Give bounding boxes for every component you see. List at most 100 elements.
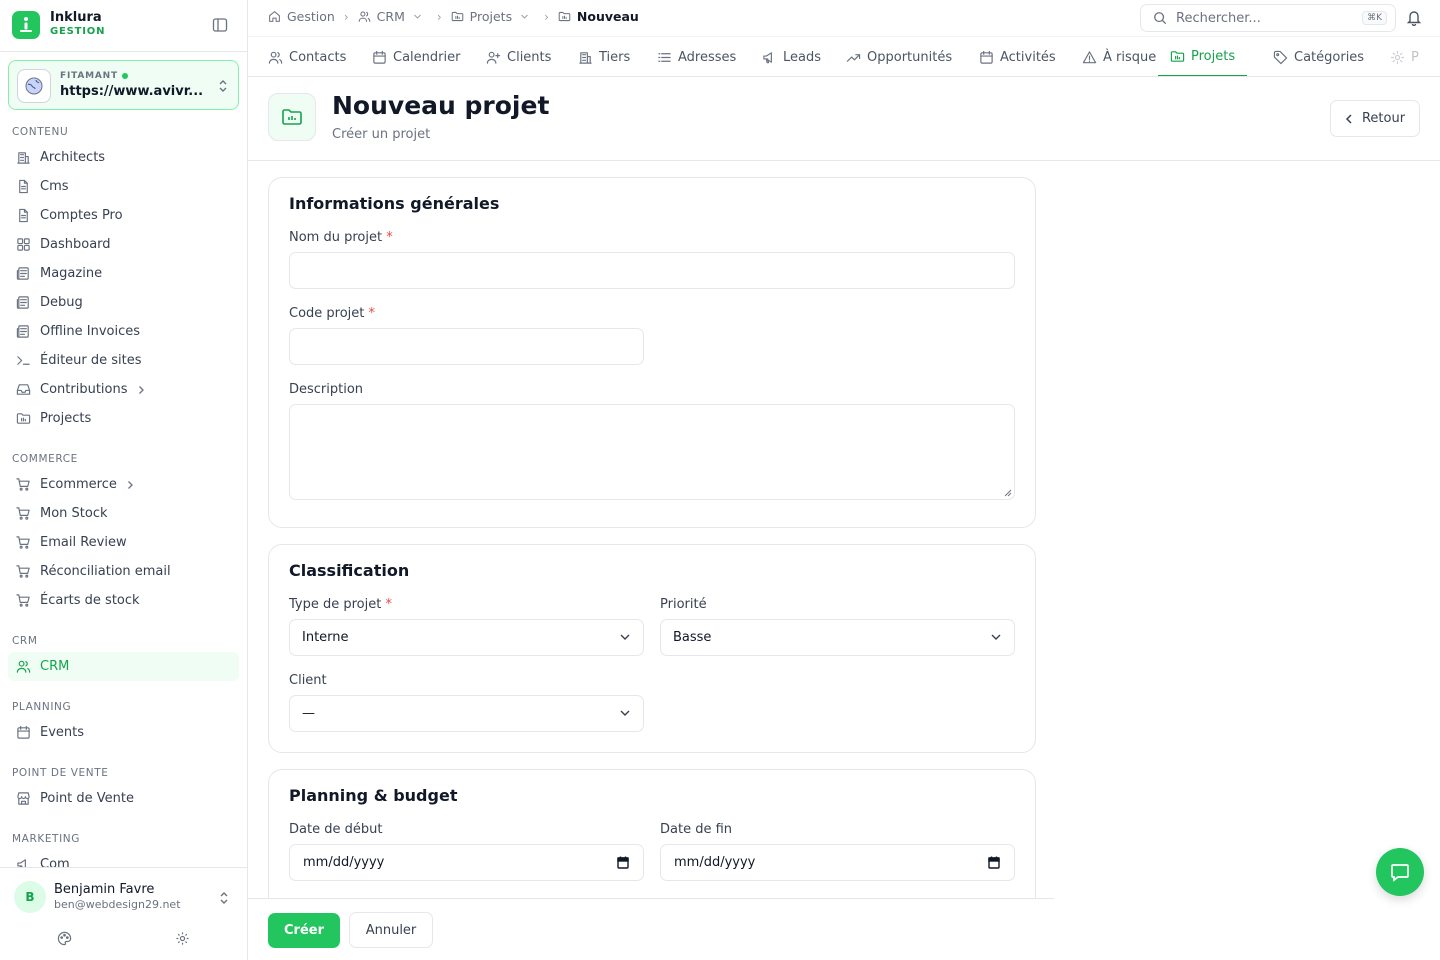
tab-label: Adresses (678, 49, 737, 65)
tab-clients[interactable]: Clients (486, 37, 551, 76)
bell-icon[interactable] (1406, 9, 1422, 30)
tab-à-risque[interactable]: À risque (1082, 37, 1157, 76)
search-box[interactable]: Rechercher... ⌘K (1140, 4, 1396, 32)
brand-subtitle: GESTION (50, 26, 106, 37)
tab-contacts[interactable]: Contacts (268, 37, 347, 76)
chevron-right-icon (138, 385, 144, 394)
tab-opportunités[interactable]: Opportunités (846, 37, 953, 76)
chat-button[interactable] (1376, 848, 1424, 896)
tab-activités[interactable]: Activités (979, 37, 1056, 76)
tab-label: Opportunités (867, 49, 953, 65)
end-date-input[interactable]: mm/dd/yyyy (660, 844, 1015, 881)
required-mark: * (368, 306, 376, 321)
chevron-updown-icon (218, 78, 228, 97)
sidebar-item-architects[interactable]: Architects (8, 143, 239, 172)
users-icon (16, 660, 31, 673)
sidebar-item-écarts-de-stock[interactable]: Écarts de stock (8, 586, 239, 615)
planning-budget-card: Planning & budget Date de début mm/dd/yy… (268, 769, 1036, 898)
sidebar-item-com[interactable]: Com (8, 850, 239, 868)
site-switcher[interactable]: FITAMANT https://www.avivr... (8, 60, 239, 110)
brand-logo-icon (12, 11, 40, 39)
sidebar-section-title: MARKETING (12, 833, 80, 845)
tab-adresses[interactable]: Adresses (657, 37, 737, 76)
client-select[interactable]: — (289, 695, 644, 732)
sidebar-toggle-icon[interactable] (212, 17, 230, 35)
tab-calendrier[interactable]: Calendrier (372, 37, 461, 76)
sidebar-item-mon-stock[interactable]: Mon Stock (8, 499, 239, 528)
site-url: https://www.avivr... (60, 84, 204, 99)
project-code-input[interactable] (289, 328, 644, 365)
resize-handle-icon[interactable] (1004, 489, 1012, 497)
sidebar-item-point-de-vente[interactable]: Point de Vente (8, 784, 239, 813)
calendar-icon[interactable] (988, 856, 1000, 869)
general-info-card: Informations générales Nom du projet * C… (268, 177, 1036, 528)
tab-label: Contacts (289, 49, 347, 65)
sidebar-item-offline-invoices[interactable]: Offline Invoices (8, 317, 239, 346)
chevron-left-icon (1345, 113, 1352, 124)
sidebar-section-title: POINT DE VENTE (12, 767, 109, 779)
sidebar-item-label: Magazine (40, 266, 103, 281)
back-button[interactable]: Retour (1330, 100, 1420, 137)
cart-icon (16, 565, 30, 578)
sidebar-item-dashboard[interactable]: Dashboard (8, 230, 239, 259)
sidebar-item-email-review[interactable]: Email Review (8, 528, 239, 557)
brand[interactable]: Inklura GESTION (12, 11, 105, 39)
tab-p[interactable]: P (1390, 37, 1419, 76)
required-mark: * (385, 597, 393, 612)
tag-icon (1273, 50, 1288, 64)
users-icon (268, 51, 283, 64)
palette-icon[interactable] (57, 931, 72, 950)
user-menu[interactable]: B Benjamin Favre ben@webdesign29.net (14, 881, 181, 913)
sidebar-section-title: PLANNING (12, 701, 72, 713)
tab-label: Calendrier (393, 49, 461, 65)
sidebar-item-label: Comptes Pro (40, 208, 123, 223)
sidebar-item-events[interactable]: Events (8, 718, 239, 747)
sidebar-item-label: Cms (40, 179, 69, 194)
cart-icon (16, 536, 30, 549)
sidebar-item-crm[interactable]: CRM (8, 652, 239, 681)
project-name-input[interactable] (289, 252, 1015, 289)
breadcrumb-item[interactable]: Projets (451, 9, 535, 24)
breadcrumb-item[interactable]: CRM (358, 9, 428, 24)
sidebar-item-comptes-pro[interactable]: Comptes Pro (8, 201, 239, 230)
priority-label: Priorité (660, 597, 707, 612)
folder-icon (268, 93, 316, 141)
sidebar-item-debug[interactable]: Debug (8, 288, 239, 317)
breadcrumb-item[interactable]: Gestion (268, 9, 335, 24)
field-label: Nom du projet * (289, 230, 393, 245)
tab-projets[interactable]: Projets (1158, 37, 1248, 76)
sidebar-item-cms[interactable]: Cms (8, 172, 239, 201)
tab-label: À risque (1103, 49, 1157, 65)
sidebar-item-contributions[interactable]: Contributions (8, 375, 239, 404)
description-textarea[interactable] (289, 404, 1015, 500)
cart-icon (16, 478, 30, 491)
start-date-input[interactable]: mm/dd/yyyy (289, 844, 644, 881)
sidebar-item-éditeur-de-sites[interactable]: Éditeur de sites (8, 346, 239, 375)
sidebar-item-projects[interactable]: Projects (8, 404, 239, 433)
newspaper-icon (16, 325, 29, 338)
sidebar-item-label: Point de Vente (40, 791, 135, 806)
select-value: Basse (673, 630, 712, 645)
sidebar-item-magazine[interactable]: Magazine (8, 259, 239, 288)
chevron-down-icon (521, 14, 528, 19)
create-button[interactable]: Créer (268, 913, 340, 948)
project-type-select[interactable]: Interne (289, 619, 644, 656)
priority-select[interactable]: Basse (660, 619, 1015, 656)
tab-catégories[interactable]: Catégories (1273, 37, 1364, 76)
calendar-icon[interactable] (617, 856, 629, 869)
tab-leads[interactable]: Leads (762, 37, 821, 76)
inbox-icon (16, 384, 31, 395)
tab-tiers[interactable]: Tiers (578, 37, 630, 76)
page-subtitle: Créer un projet (332, 127, 431, 142)
users-icon (358, 11, 370, 22)
search-icon (1154, 12, 1167, 25)
gear-icon[interactable] (175, 931, 190, 950)
sidebar-item-ecommerce[interactable]: Ecommerce (8, 470, 239, 499)
folder-icon (1170, 50, 1185, 62)
sidebar-item-label: Dashboard (40, 237, 111, 252)
cancel-button[interactable]: Annuler (349, 912, 433, 948)
chevron-updown-icon[interactable] (219, 890, 229, 909)
chevron-down-icon (620, 634, 630, 640)
form-content: Informations générales Nom du projet * C… (248, 161, 1054, 898)
sidebar-item-réconciliation-email[interactable]: Réconciliation email (8, 557, 239, 586)
